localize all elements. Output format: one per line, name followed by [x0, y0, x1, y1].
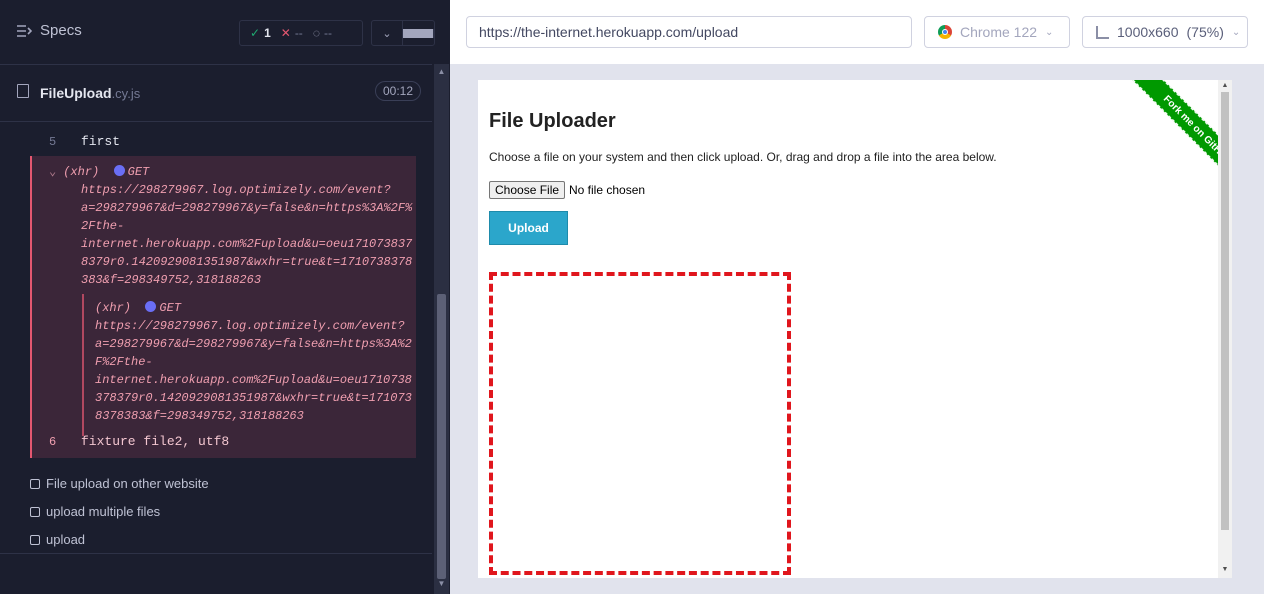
test-status-icon: [30, 506, 40, 517]
scroll-down-icon[interactable]: ▼: [1221, 566, 1229, 573]
check-icon: ✓: [250, 26, 261, 40]
pending-dot-icon: [113, 165, 125, 176]
app-under-test-panel: https://the-internet.herokuapp.com/uploa…: [450, 0, 1264, 594]
command-number: 5: [49, 135, 57, 149]
duration-badge: 00:12: [375, 81, 422, 101]
aut-header: https://the-internet.herokuapp.com/uploa…: [450, 0, 1264, 64]
divider: [0, 553, 432, 554]
scroll-down-icon[interactable]: ▼: [437, 579, 446, 588]
browser-label: Chrome 122: [960, 24, 1038, 40]
xhr-url-2: https://298279967.log.optimizely.com/eve…: [95, 319, 412, 423]
command-list: 5 first ⌄ (xhr) GET https://298279967.log…: [30, 126, 416, 458]
test-title: upload: [46, 532, 86, 547]
browser-selector[interactable]: Chrome 122 ⌄: [924, 16, 1070, 48]
page-description: Choose a file on your system and then cl…: [489, 150, 997, 164]
test-status-icon: [30, 534, 40, 545]
run-controls: ⌄: [371, 20, 435, 46]
file-name-text: FileUpload: [40, 85, 112, 101]
scroll-up-icon[interactable]: ▲: [437, 67, 446, 76]
spec-file-name: FileUpload.cy.js: [40, 85, 140, 101]
reporter-header: Specs ✓ 1 ✕ -- ◌ -- ⌄: [0, 0, 435, 65]
pending-dot-icon: [145, 301, 157, 312]
github-ribbon[interactable]: Fork me on GitHub: [1091, 80, 1232, 229]
nested-log-border: [82, 294, 84, 436]
zoom-level: (75%): [1186, 24, 1224, 40]
xhr-row-1[interactable]: ⌄ (xhr) GET: [49, 163, 150, 181]
command-row[interactable]: 5 first: [30, 126, 416, 156]
url-bar[interactable]: https://the-internet.herokuapp.com/uploa…: [466, 16, 912, 48]
pending-count: --: [323, 26, 332, 40]
x-icon: ✕: [280, 26, 291, 40]
spec-file-row[interactable]: FileUpload.cy.js: [0, 65, 432, 122]
upload-button[interactable]: Upload: [489, 211, 568, 245]
xhr-url-1: https://298279967.log.optimizely.com/eve…: [81, 183, 413, 287]
document-icon: [17, 84, 29, 98]
test-status-icon: [30, 478, 40, 489]
stop-button[interactable]: [403, 21, 434, 45]
viewport-info[interactable]: 1000x660 (75%) ⌄: [1082, 16, 1248, 48]
chevron-down-icon: ⌄: [1231, 26, 1241, 38]
xhr-label: (xhr): [95, 301, 132, 315]
test-item[interactable]: upload: [30, 532, 85, 547]
file-ext-text: .cy.js: [111, 86, 141, 101]
viewport-size: 1000x660: [1117, 24, 1179, 40]
page-title: File Uploader: [489, 110, 616, 132]
command-text: fixture file2, utf8: [81, 434, 230, 449]
test-title: upload multiple files: [46, 504, 161, 519]
ribbon-text: Fork me on GitHub: [1129, 80, 1232, 197]
chevron-down-icon: ⌄: [1045, 26, 1054, 38]
iframe-scrollbar[interactable]: ▲ ▼: [1218, 80, 1232, 578]
test-item[interactable]: upload multiple files: [30, 504, 160, 519]
specs-label: Specs: [40, 22, 82, 39]
aut-iframe: File Uploader Choose a file on your syst…: [478, 80, 1232, 578]
menu-icon: [17, 24, 32, 37]
xhr-row-2[interactable]: (xhr) GET: [95, 299, 181, 317]
test-item[interactable]: File upload on other website: [30, 476, 209, 491]
drag-drop-area[interactable]: [489, 272, 791, 575]
specs-toggle[interactable]: Specs: [16, 22, 82, 39]
scroll-thumb[interactable]: [1221, 92, 1229, 530]
expand-button[interactable]: ⌄: [372, 21, 403, 45]
reporter-scrollbar[interactable]: ▲ ▼: [434, 64, 449, 594]
command-number: 6: [49, 435, 57, 449]
xhr-log-group: ⌄ (xhr) GET https://298279967.log.optimiz…: [30, 156, 416, 458]
test-stats: ✓ 1 ✕ -- ◌ --: [239, 20, 363, 46]
scroll-thumb[interactable]: [437, 294, 446, 579]
command-text: first: [81, 134, 121, 149]
ruler-icon: [1096, 25, 1109, 39]
command-log-panel: Specs ✓ 1 ✕ -- ◌ -- ⌄ FileUpload.cy.js 0…: [0, 0, 450, 594]
test-title: File upload on other website: [46, 476, 209, 491]
xhr-method: GET: [159, 301, 182, 315]
chrome-icon: [938, 25, 952, 39]
passed-count: 1: [264, 26, 271, 40]
scroll-up-icon[interactable]: ▲: [1221, 82, 1229, 89]
xhr-label: (xhr): [63, 165, 100, 179]
failed-count: --: [294, 26, 303, 40]
pending-icon: ◌: [312, 26, 320, 40]
chevron-down-icon: ⌄: [382, 27, 392, 40]
choose-file-button[interactable]: Choose File: [489, 181, 566, 199]
stop-icon: [403, 28, 434, 38]
xhr-method: GET: [127, 165, 150, 179]
chevron-down-icon: ⌄: [49, 165, 57, 179]
file-status-text: No file chosen: [569, 183, 646, 197]
